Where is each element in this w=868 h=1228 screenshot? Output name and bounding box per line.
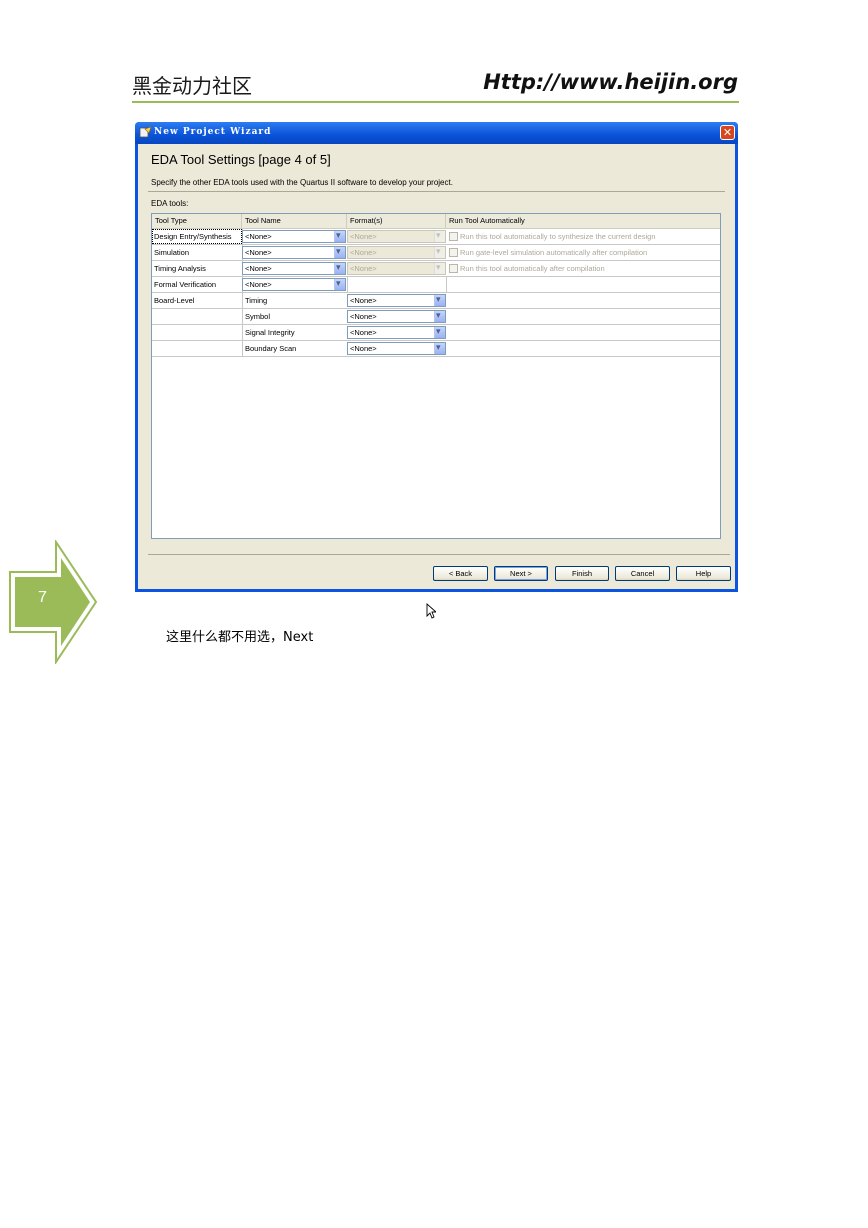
column-header-run-tool[interactable]: Run Tool Automatically — [446, 214, 720, 228]
tool-name-cell[interactable]: Signal Integrity — [243, 325, 347, 340]
cell-divider — [446, 277, 447, 292]
chevron-down-icon[interactable] — [434, 326, 445, 338]
chevron-down-icon[interactable] — [434, 310, 445, 322]
step-caption: 这里什么都不用选，Next — [166, 630, 314, 645]
page-title: EDA Tool Settings [page 4 of 5] — [151, 152, 331, 167]
chevron-down-icon — [434, 246, 445, 258]
tool-name-cell[interactable]: Symbol — [243, 309, 347, 324]
help-button[interactable]: Help — [676, 566, 731, 581]
format-value: <None> — [350, 232, 377, 241]
table-row: Boundary Scan <None> — [152, 341, 720, 357]
column-header-tool-type[interactable]: Tool Type — [152, 214, 242, 228]
close-button[interactable]: ✕ — [720, 125, 735, 140]
window-titlebar: New Project Wizard ✕ — [135, 122, 738, 144]
divider — [148, 554, 730, 555]
run-tool-checkbox — [449, 248, 458, 257]
chevron-down-icon[interactable] — [434, 294, 445, 306]
eda-tools-label: EDA tools: — [151, 199, 189, 208]
run-tool-checkbox — [449, 264, 458, 273]
chevron-down-icon[interactable] — [434, 342, 445, 354]
tool-type-cell[interactable] — [152, 341, 242, 356]
tool-type-cell[interactable] — [152, 309, 242, 324]
wizard-window: New Project Wizard ✕ EDA Tool Settings [… — [135, 122, 738, 619]
run-tool-label: Run this tool automatically to synthesiz… — [460, 232, 656, 241]
tool-name-value: <None> — [245, 232, 272, 241]
dialog-client-area: EDA Tool Settings [page 4 of 5] Specify … — [138, 144, 735, 619]
column-header-tool-name[interactable]: Tool Name — [242, 214, 347, 228]
cell-divider — [347, 277, 348, 292]
cancel-button[interactable]: Cancel — [615, 566, 670, 581]
eda-tools-grid: Tool Type Tool Name Format(s) Run Tool A… — [151, 213, 721, 619]
document-header-url: Http://www.heijin.org — [483, 70, 738, 94]
column-header-formats[interactable]: Format(s) — [347, 214, 446, 228]
table-row: Simulation <None> <None> Run gate-level … — [152, 245, 720, 261]
format-dropdown[interactable]: <None> — [347, 294, 446, 307]
mouse-pointer-icon — [426, 603, 436, 619]
finish-button[interactable]: Finish — [555, 566, 609, 581]
window-title: New Project Wizard — [154, 127, 272, 137]
run-tool-label: Run this tool automatically after compil… — [460, 264, 605, 273]
chevron-down-icon[interactable] — [334, 246, 345, 258]
tool-name-dropdown[interactable]: <None> — [242, 262, 346, 275]
step-arrow-icon — [9, 540, 98, 664]
chevron-down-icon — [434, 262, 445, 274]
tool-name-dropdown[interactable]: <None> — [242, 230, 346, 243]
tool-type-cell[interactable]: Simulation — [152, 245, 242, 260]
step-number: 7 — [38, 589, 47, 606]
table-row: Timing Analysis <None> <None> Run this t… — [152, 261, 720, 277]
tool-name-value: <None> — [245, 248, 272, 257]
format-value: <None> — [350, 248, 377, 257]
format-value: <None> — [350, 296, 377, 305]
format-dropdown[interactable]: <None> — [347, 310, 446, 323]
tool-type-cell[interactable] — [152, 325, 242, 340]
run-tool-checkbox — [449, 232, 458, 241]
back-button[interactable]: < Back — [433, 566, 488, 581]
grid-header: Tool Type Tool Name Format(s) Run Tool A… — [152, 214, 720, 229]
chevron-down-icon[interactable] — [334, 262, 345, 274]
header-rule — [132, 101, 739, 103]
chevron-down-icon[interactable] — [334, 230, 345, 242]
tool-name-cell[interactable]: Boundary Scan — [243, 341, 347, 356]
format-value: <None> — [350, 328, 377, 337]
format-dropdown[interactable]: <None> — [347, 342, 446, 355]
format-dropdown: <None> — [347, 262, 446, 275]
wizard-app-icon — [139, 126, 152, 138]
table-row: Design Entry/Synthesis <None> <None> Run… — [152, 229, 720, 245]
divider — [148, 191, 725, 192]
format-dropdown: <None> — [347, 246, 446, 259]
table-row: Formal Verification <None> — [152, 277, 720, 293]
table-row: Symbol <None> — [152, 309, 720, 325]
run-tool-label: Run gate-level simulation automatically … — [460, 248, 648, 257]
format-value: <None> — [350, 344, 377, 353]
table-row: Signal Integrity <None> — [152, 325, 720, 341]
document-header-title: 黑金动力社区 — [132, 74, 252, 98]
tool-name-value: <None> — [245, 280, 272, 289]
tool-type-cell[interactable]: Timing Analysis — [152, 261, 242, 276]
tool-name-value: <None> — [245, 264, 272, 273]
format-dropdown: <None> — [347, 230, 446, 243]
tool-name-dropdown[interactable]: <None> — [242, 278, 346, 291]
tool-type-cell[interactable]: Board-Level — [152, 293, 242, 308]
page-description: Specify the other EDA tools used with th… — [151, 178, 453, 187]
tool-type-cell[interactable]: Design Entry/Synthesis — [152, 229, 242, 244]
chevron-down-icon — [434, 230, 445, 242]
format-dropdown[interactable]: <None> — [347, 326, 446, 339]
table-row: Board-Level Timing <None> — [152, 293, 720, 309]
tool-name-dropdown[interactable]: <None> — [242, 246, 346, 259]
chevron-down-icon[interactable] — [334, 278, 345, 290]
format-value: <None> — [350, 264, 377, 273]
tool-name-cell[interactable]: Timing — [243, 293, 347, 308]
format-value: <None> — [350, 312, 377, 321]
tool-type-cell[interactable]: Formal Verification — [152, 277, 242, 292]
next-button[interactable]: Next > — [494, 566, 548, 581]
